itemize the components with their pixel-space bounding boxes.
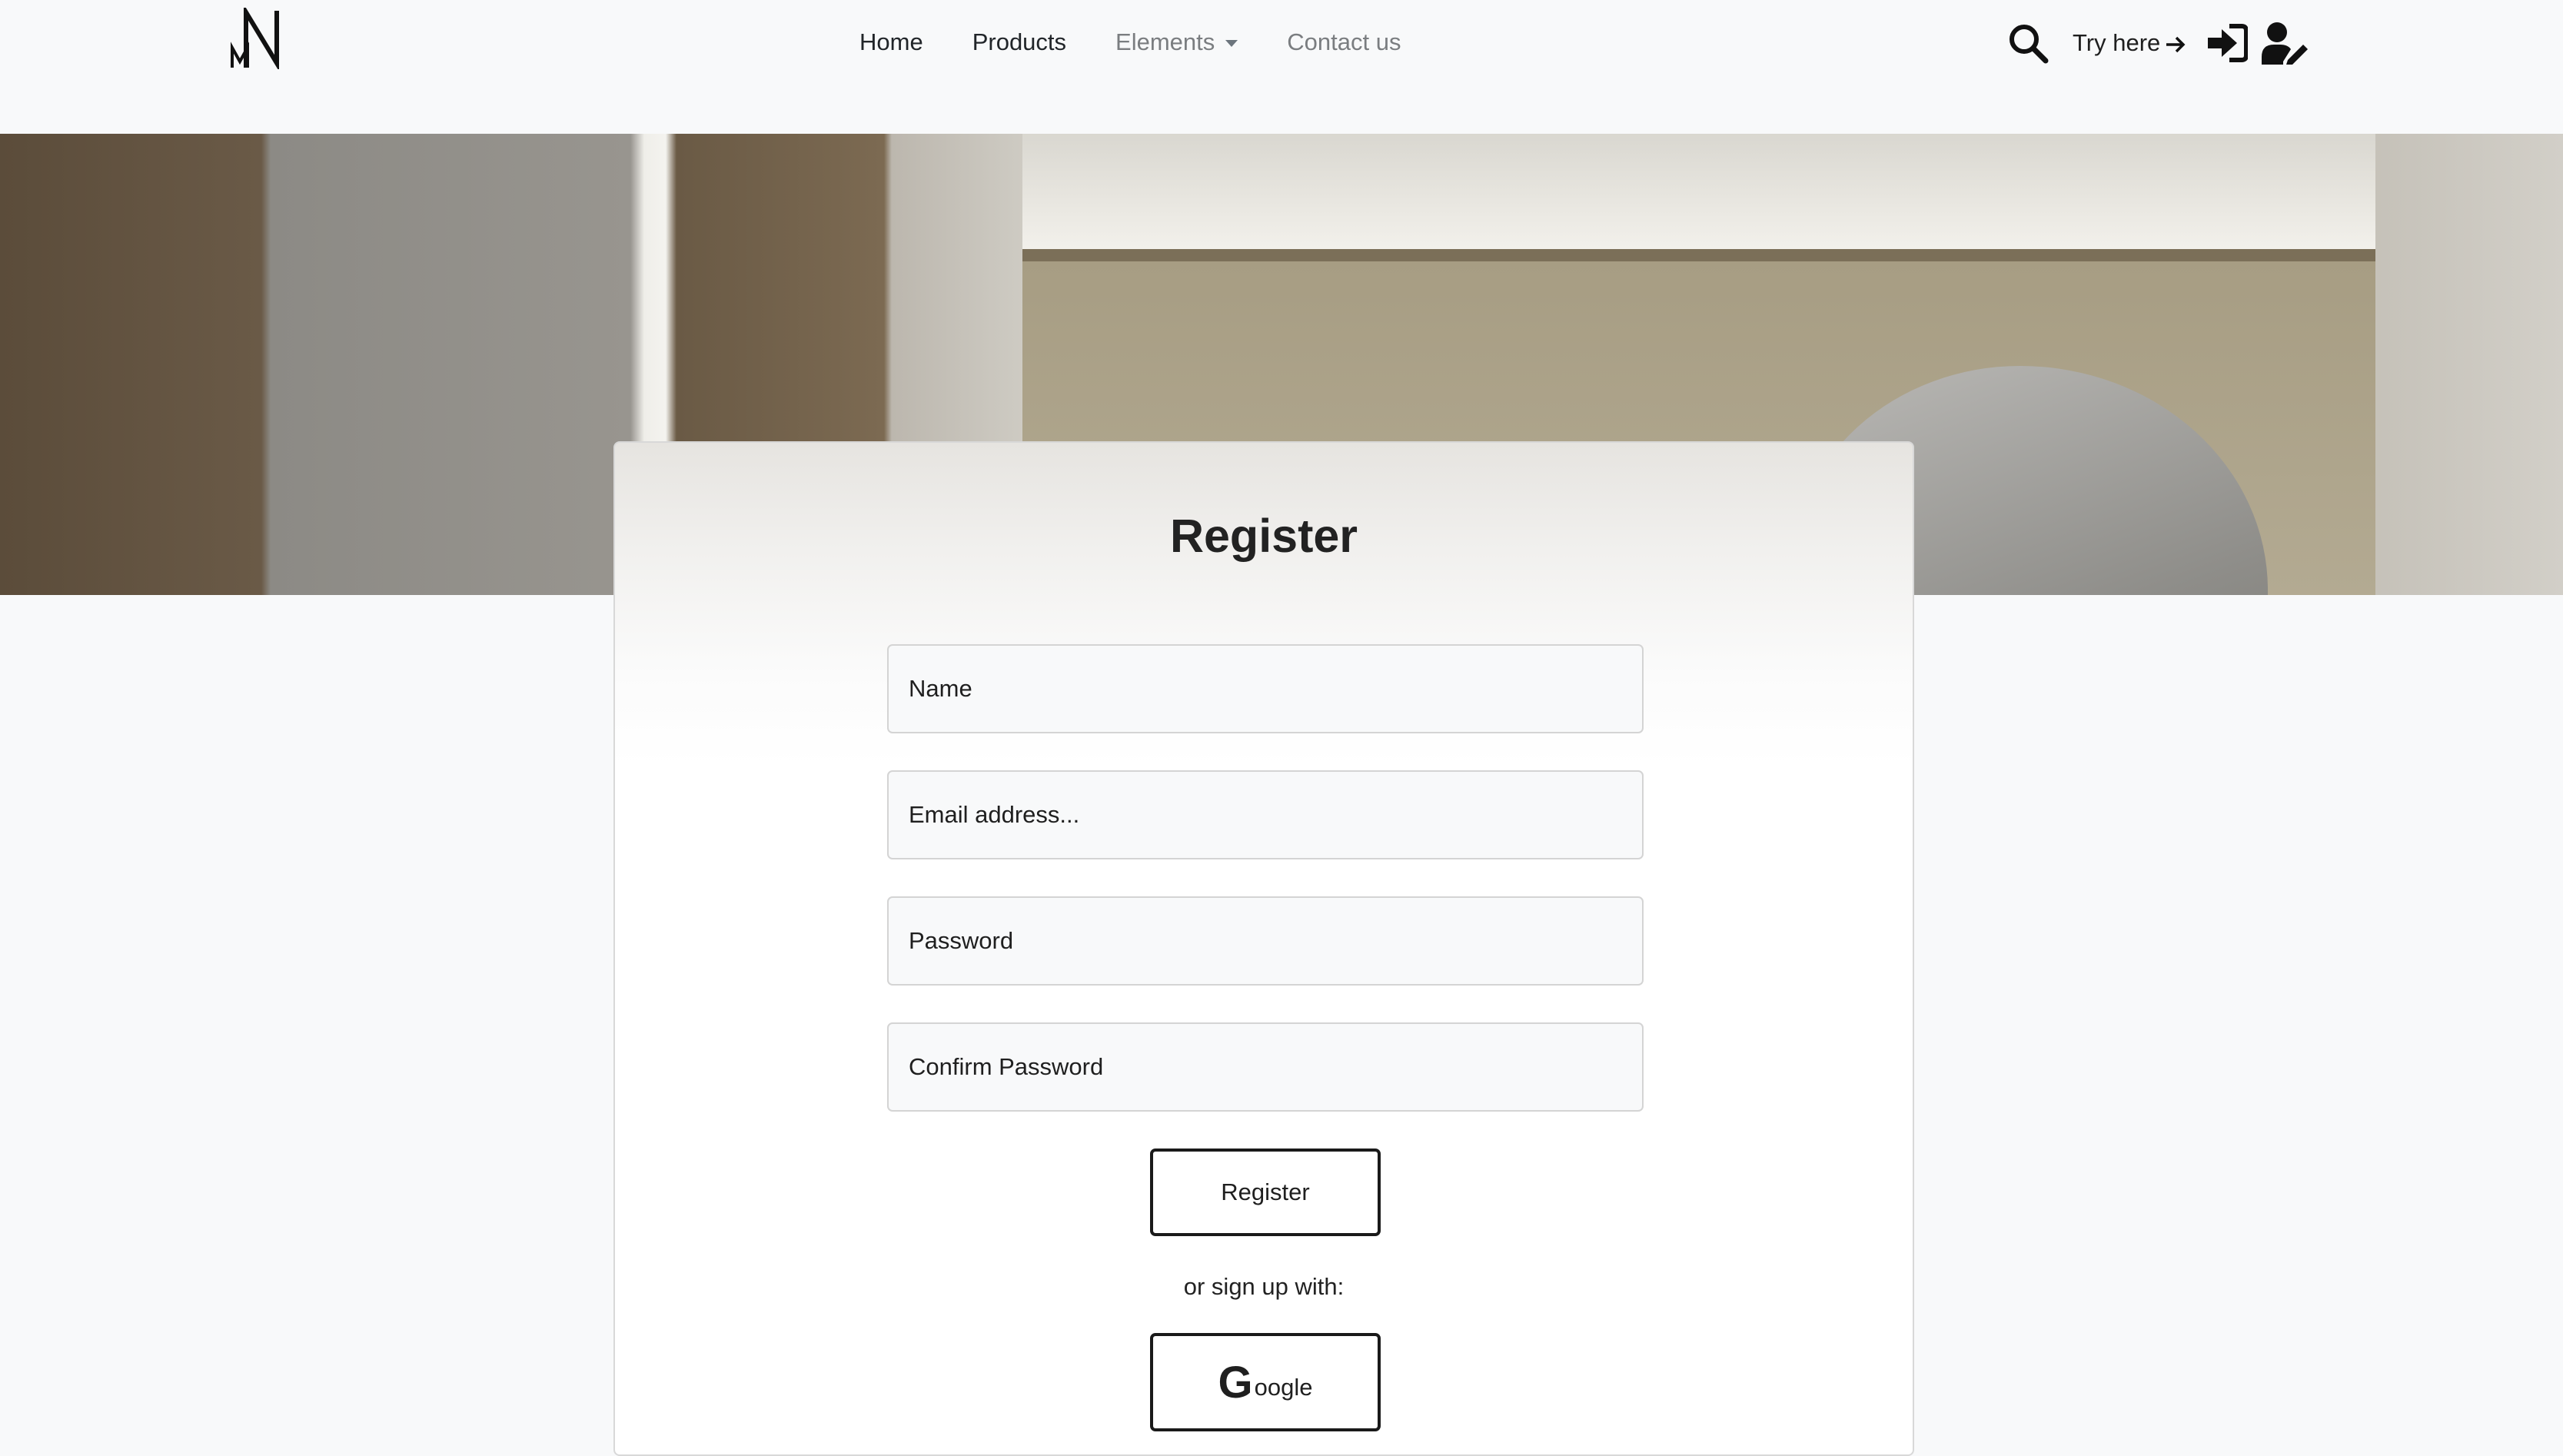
hero-window bbox=[1022, 134, 2375, 249]
nav-elements-dropdown[interactable]: Elements bbox=[1115, 28, 1238, 56]
nav-products-link[interactable]: Products bbox=[972, 28, 1066, 56]
email-input[interactable] bbox=[887, 770, 1644, 859]
nav-elements-label: Elements bbox=[1115, 28, 1215, 55]
try-here-link[interactable]: Try here bbox=[2073, 29, 2186, 57]
name-input[interactable] bbox=[887, 644, 1644, 733]
page-title: Register bbox=[1169, 510, 1358, 562]
search-icon[interactable] bbox=[2006, 22, 2049, 65]
nav-contact-link[interactable]: Contact us bbox=[1287, 28, 1401, 56]
google-label: oogle bbox=[1254, 1374, 1313, 1401]
navbar: Home Products Elements Contact us Try he… bbox=[0, 0, 2563, 134]
try-here-label: Try here bbox=[2073, 29, 2161, 56]
sign-in-icon[interactable] bbox=[2206, 23, 2249, 63]
main-nav: Home Products Elements Contact us bbox=[859, 23, 1450, 61]
register-card: Register Register or sign up with: Googl… bbox=[613, 441, 1914, 1456]
user-edit-icon[interactable] bbox=[2260, 22, 2309, 65]
google-icon: G bbox=[1218, 1357, 1253, 1408]
arrow-right-icon bbox=[2166, 36, 2186, 53]
register-button[interactable]: Register bbox=[1150, 1149, 1381, 1236]
hero-window-sill bbox=[1022, 249, 2375, 261]
google-signup-button[interactable]: Google bbox=[1150, 1333, 1381, 1431]
confirm-password-input[interactable] bbox=[887, 1022, 1644, 1112]
brand-logo[interactable] bbox=[229, 8, 291, 69]
chevron-down-icon bbox=[1225, 40, 1238, 48]
password-input[interactable] bbox=[887, 896, 1644, 986]
sign-up-with-text: or sign up with: bbox=[1183, 1273, 1345, 1300]
nav-home-link[interactable]: Home bbox=[859, 28, 923, 56]
nav-actions: Try here bbox=[2006, 18, 2309, 68]
